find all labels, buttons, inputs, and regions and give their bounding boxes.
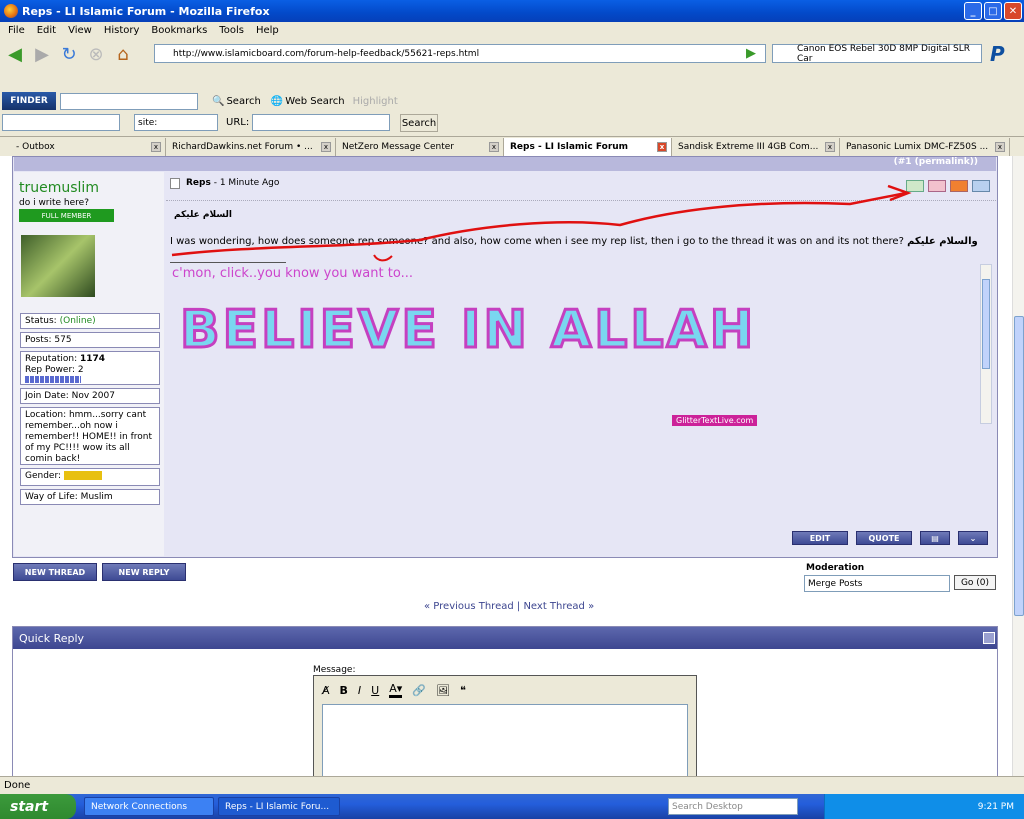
moderation-label: Moderation bbox=[806, 563, 865, 573]
taskbar-item-network[interactable]: Network Connections bbox=[84, 797, 214, 816]
desktop-search-input[interactable]: Search Desktop bbox=[668, 798, 798, 815]
quick-reply: Quick Reply Message: A̸ B I U A▾ 🔗 🖼 ❝ bbox=[12, 626, 998, 786]
thread-navigation: « Previous Thread | Next Thread » bbox=[424, 601, 594, 612]
annotation-underline-arrow bbox=[171, 191, 907, 257]
taskbar: start Network Connections Reps - LI Isla… bbox=[0, 794, 1024, 819]
italic-icon[interactable]: I bbox=[358, 684, 361, 697]
quote-icon[interactable]: ❝ bbox=[460, 684, 466, 697]
previous-thread-link[interactable]: « Previous Thread bbox=[424, 601, 514, 612]
quick-reply-title: Quick Reply bbox=[19, 631, 85, 645]
thread-nav-separator: | bbox=[516, 601, 521, 612]
annotation-squiggle bbox=[373, 254, 393, 262]
taskbar-item-firefox[interactable]: Reps - LI Islamic Foru... bbox=[218, 797, 340, 816]
moderation-select[interactable]: Merge Posts bbox=[804, 575, 950, 592]
underline-icon[interactable]: U bbox=[371, 684, 379, 697]
message-textarea[interactable] bbox=[322, 704, 688, 784]
bold-icon[interactable]: B bbox=[340, 684, 348, 697]
collapse-icon[interactable] bbox=[983, 632, 995, 644]
start-button[interactable]: start bbox=[0, 794, 76, 819]
clock: 9:21 PM bbox=[977, 801, 1014, 812]
font-color-icon[interactable]: A▾ bbox=[389, 682, 403, 698]
message-editor: A̸ B I U A▾ 🔗 🖼 ❝ bbox=[313, 675, 697, 785]
message-label: Message: bbox=[313, 665, 356, 675]
moderation-go-button[interactable]: Go (0) bbox=[954, 575, 996, 590]
insert-link-icon[interactable]: 🔗 bbox=[412, 684, 426, 697]
status-bar: Done bbox=[0, 776, 1024, 794]
quick-reply-header: Quick Reply bbox=[13, 627, 997, 649]
remove-format-icon[interactable]: A̸ bbox=[322, 684, 330, 697]
start-label: start bbox=[10, 798, 49, 815]
system-tray: 9:21 PM bbox=[824, 794, 1024, 819]
annotation-arrowhead bbox=[887, 184, 912, 202]
status-text: Done bbox=[4, 780, 31, 791]
desktop-search-placeholder: Search Desktop bbox=[672, 801, 743, 812]
new-thread-button[interactable]: NEW THREAD bbox=[13, 563, 97, 581]
next-thread-link[interactable]: Next Thread » bbox=[523, 601, 594, 612]
insert-image-icon[interactable]: 🖼 bbox=[436, 684, 450, 697]
new-reply-button[interactable]: NEW REPLY bbox=[102, 563, 186, 581]
